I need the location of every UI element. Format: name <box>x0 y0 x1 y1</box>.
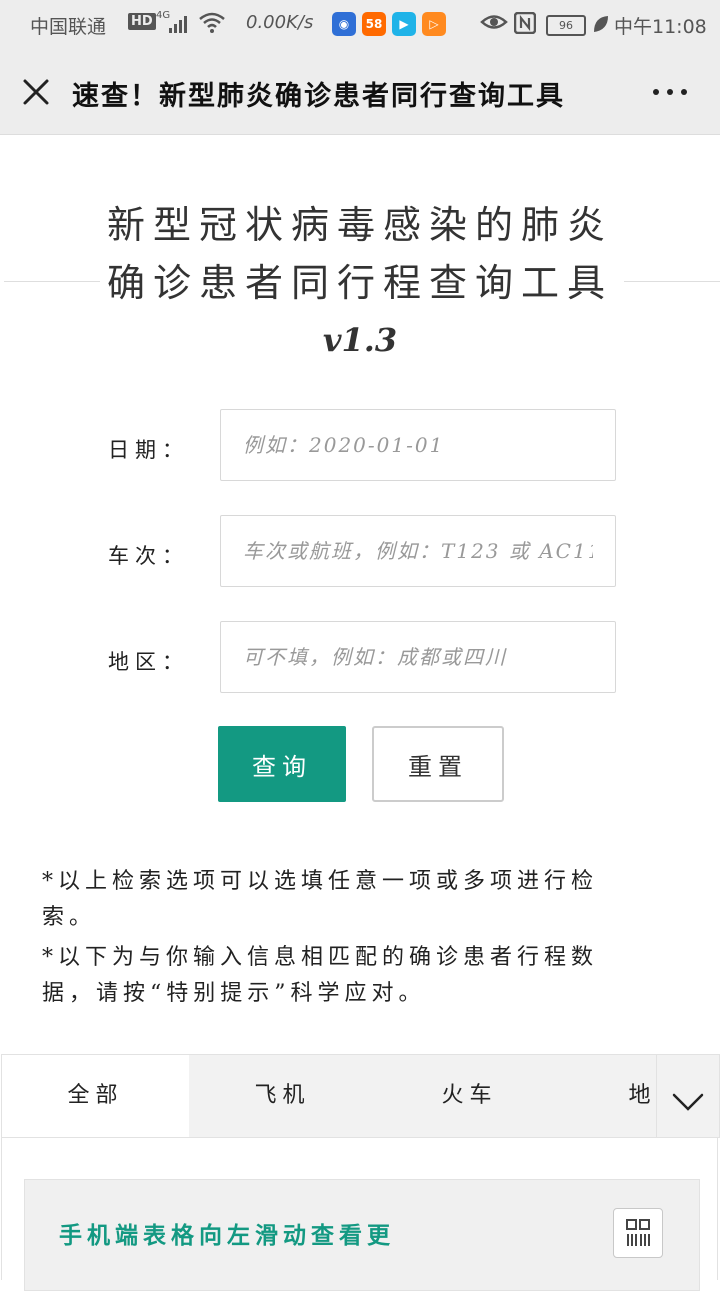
page-title: 速查！新型肺炎确诊患者同行查询工具 <box>72 81 565 112</box>
58-app-icon: 58 <box>362 12 386 36</box>
heading-divider-left <box>4 281 100 282</box>
tool-heading: 新型冠状病毒感染的肺炎 确诊患者同行程查询工具 v1.3 <box>100 196 620 368</box>
version-label: v1.3 <box>322 321 398 359</box>
date-input[interactable] <box>220 409 616 481</box>
results-area: 手机端表格向左滑动查看更 <box>1 1137 718 1291</box>
reset-button[interactable]: 重置 <box>372 726 504 802</box>
clock-label: 中午11:08 <box>614 16 707 38</box>
region-label: 地区： <box>108 650 189 674</box>
note-search-options: *以上检索选项可以选填任意一项或多项进行检索。 <box>42 869 599 930</box>
video-play-icon: ▶ <box>392 12 416 36</box>
heading-divider-right <box>624 281 720 282</box>
train-flight-input[interactable] <box>220 515 616 587</box>
eye-comfort-icon <box>480 10 508 39</box>
tab-plane[interactable]: 飞机 <box>189 1055 376 1137</box>
tab-all[interactable]: 全部 <box>2 1055 189 1137</box>
status-bar: 中国联通 HD 4G 0.00K/s ◉ 58 ▶ ▷ 96 中午11:08 <box>0 0 720 50</box>
signal-icon <box>168 14 192 39</box>
transport-tabs: 全部 飞机 火车 地铁 <box>1 1054 720 1138</box>
heading-line-1: 新型冠状病毒感染的肺炎 <box>106 203 613 247</box>
video-app-icon: ▷ <box>422 12 446 36</box>
region-input[interactable] <box>220 621 616 693</box>
hd-badge: HD <box>128 13 156 30</box>
power-saving-leaf-icon <box>592 14 610 39</box>
results-panel: 手机端表格向左滑动查看更 <box>24 1179 700 1291</box>
carrier-label: 中国联通 <box>30 16 107 38</box>
grid-view-icon[interactable] <box>613 1208 663 1258</box>
baidu-paw-icon: ◉ <box>332 12 356 36</box>
close-icon[interactable] <box>20 76 52 108</box>
nfc-icon <box>513 11 537 39</box>
wifi-icon <box>198 10 226 39</box>
swipe-hint: 手机端表格向左滑动查看更 <box>59 1222 395 1249</box>
navigation-bar: 速查！新型肺炎确诊患者同行查询工具 <box>0 50 720 135</box>
network-speed-label: 0.00K/s <box>246 12 314 33</box>
tab-train[interactable]: 火车 <box>376 1055 563 1137</box>
battery-icon: 96 <box>546 15 586 36</box>
heading-line-2: 确诊患者同行程查询工具 <box>106 261 613 305</box>
chevron-down-icon[interactable] <box>656 1055 719 1137</box>
search-notes: *以上检索选项可以选填任意一项或多项进行检索。 *以下为与你输入信息相匹配的确诊… <box>42 864 642 1016</box>
note-results-info: *以下为与你输入信息相匹配的确诊患者行程数据，请按“特别提示”科学应对。 <box>42 945 599 1006</box>
more-options-icon[interactable] <box>650 70 690 110</box>
train-label: 车次： <box>108 544 189 568</box>
query-button[interactable]: 查询 <box>218 726 346 802</box>
date-label: 日期： <box>108 438 189 462</box>
